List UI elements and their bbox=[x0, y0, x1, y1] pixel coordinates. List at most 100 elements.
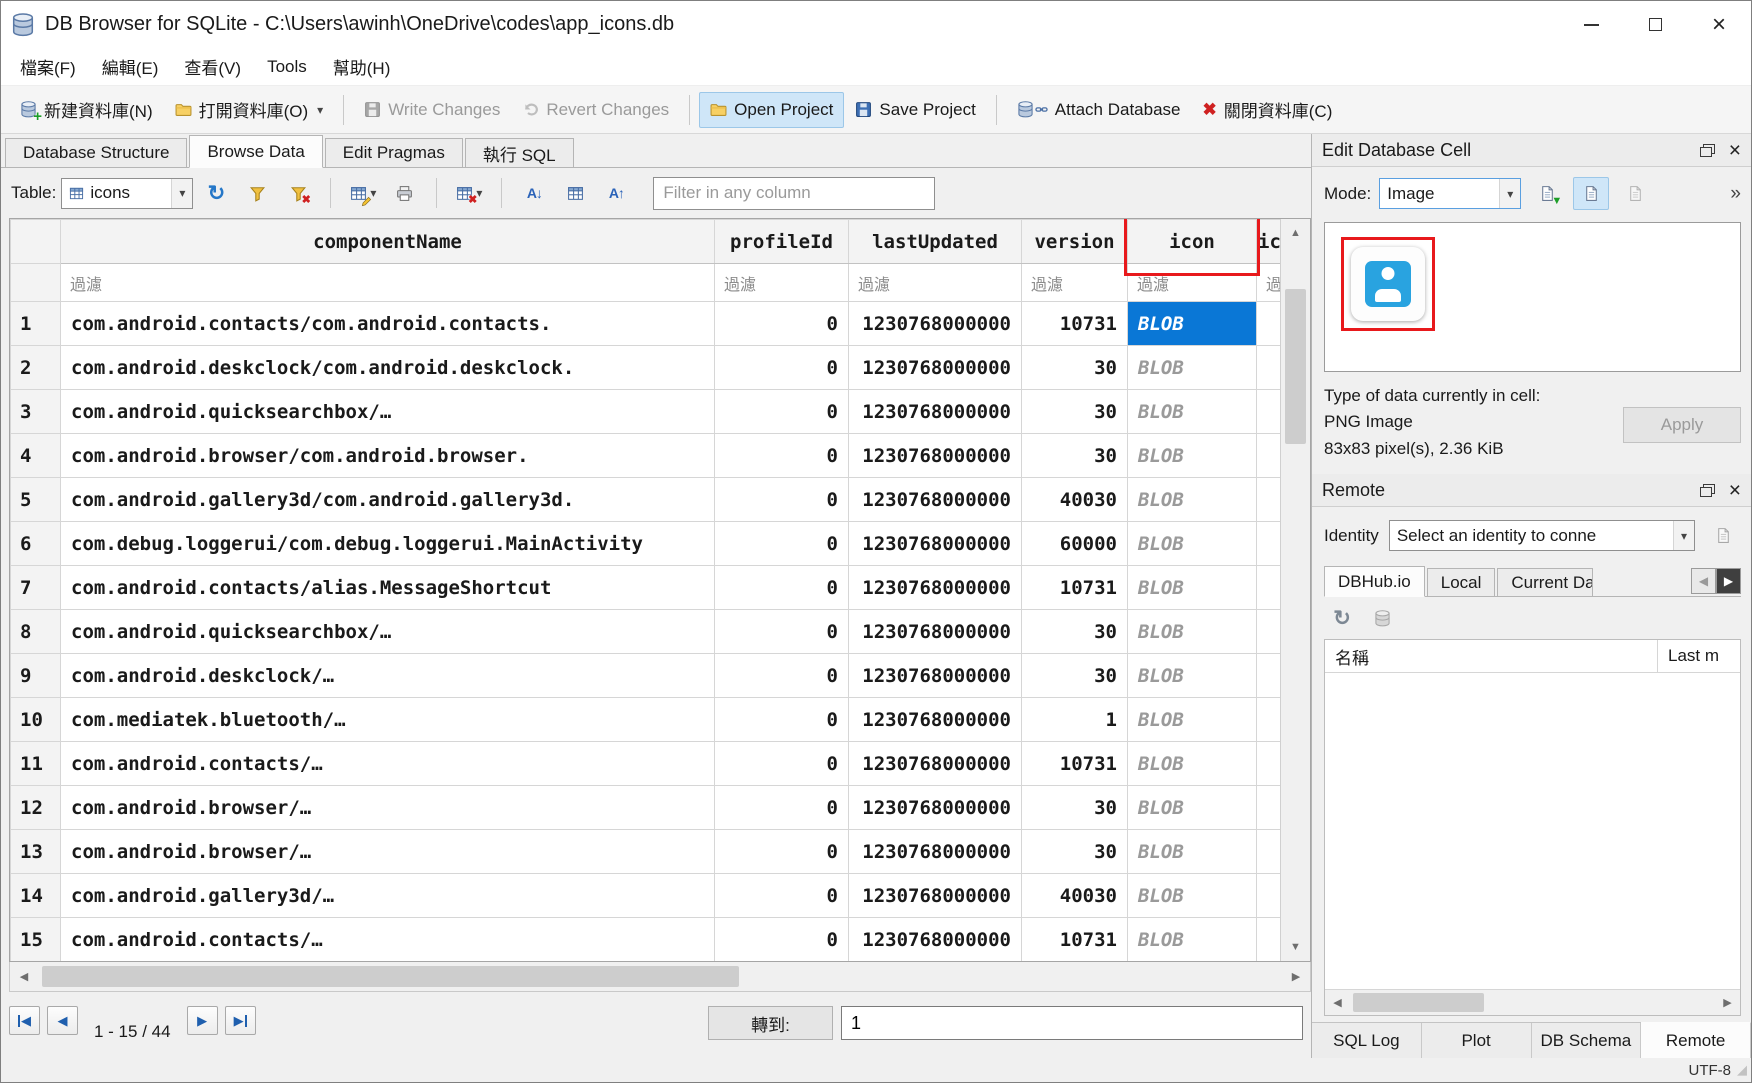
table-select-dropdown-icon[interactable]: ▾ bbox=[171, 179, 192, 208]
attach-database-button[interactable]: Attach Database bbox=[1006, 92, 1192, 128]
cell-icon[interactable]: BLOB bbox=[1128, 698, 1257, 742]
column-header-partial[interactable]: ic bbox=[1257, 220, 1281, 264]
cell-version[interactable]: 30 bbox=[1022, 654, 1128, 698]
cell-icon[interactable]: BLOB bbox=[1128, 742, 1257, 786]
cell-componentName[interactable]: com.android.quicksearchbox/… bbox=[61, 610, 715, 654]
mode-select[interactable]: Image ▾ bbox=[1379, 178, 1521, 209]
close-panel-icon[interactable]: × bbox=[1729, 140, 1741, 161]
vertical-scrollbar[interactable]: ▲ ▼ bbox=[1280, 219, 1310, 961]
open-database-dropdown-icon[interactable]: ▾ bbox=[317, 103, 323, 117]
scroll-down-icon[interactable]: ▼ bbox=[1281, 933, 1310, 961]
scroll-left-icon[interactable]: ◀ bbox=[10, 962, 38, 991]
cell-componentName[interactable]: com.android.contacts/… bbox=[61, 918, 715, 962]
filter-lastUpdated[interactable]: 過濾 bbox=[849, 264, 1022, 302]
cell-icon[interactable]: BLOB bbox=[1128, 390, 1257, 434]
cell-partial[interactable] bbox=[1257, 874, 1281, 918]
cell-profileId[interactable]: 0 bbox=[715, 874, 849, 918]
cell-profileId[interactable]: 0 bbox=[715, 522, 849, 566]
cell-profileId[interactable]: 0 bbox=[715, 830, 849, 874]
row-number[interactable]: 12 bbox=[11, 786, 61, 830]
float-panel-icon[interactable] bbox=[1700, 484, 1715, 497]
cell-componentName[interactable]: com.android.browser/… bbox=[61, 786, 715, 830]
cell-lastUpdated[interactable]: 1230768000000 bbox=[849, 434, 1022, 478]
cell-profileId[interactable]: 0 bbox=[715, 478, 849, 522]
cell-icon[interactable]: BLOB bbox=[1128, 918, 1257, 962]
dock-tab-sql-log[interactable]: SQL Log bbox=[1312, 1023, 1422, 1058]
cell-icon[interactable]: BLOB bbox=[1128, 786, 1257, 830]
remote-tab-dbhub[interactable]: DBHub.io bbox=[1324, 566, 1425, 597]
dock-tab-db-schema[interactable]: DB Schema bbox=[1532, 1023, 1642, 1058]
close-panel-icon[interactable]: × bbox=[1729, 480, 1741, 501]
remote-column-last-modified[interactable]: Last m bbox=[1658, 640, 1740, 672]
cell-partial[interactable] bbox=[1257, 566, 1281, 610]
remote-clone-button[interactable] bbox=[1364, 602, 1400, 634]
print-button[interactable] bbox=[386, 177, 422, 209]
table-select[interactable]: icons ▾ bbox=[61, 178, 193, 209]
cell-partial[interactable] bbox=[1257, 698, 1281, 742]
cell-partial[interactable] bbox=[1257, 830, 1281, 874]
vertical-scroll-track[interactable] bbox=[1281, 247, 1310, 933]
tab-execute-sql[interactable]: 執行 SQL bbox=[465, 138, 574, 167]
cell-profileId[interactable]: 0 bbox=[715, 390, 849, 434]
row-number[interactable]: 14 bbox=[11, 874, 61, 918]
cell-icon[interactable]: BLOB bbox=[1128, 302, 1257, 346]
column-header-lastUpdated[interactable]: lastUpdated bbox=[849, 220, 1022, 264]
row-number[interactable]: 8 bbox=[11, 610, 61, 654]
filter-version[interactable]: 過濾 bbox=[1022, 264, 1128, 302]
refresh-button[interactable]: ↻ bbox=[198, 177, 234, 209]
cell-profileId[interactable]: 0 bbox=[715, 566, 849, 610]
remote-scroll-right-icon[interactable]: ▶ bbox=[1715, 990, 1740, 1015]
clear-filters-button[interactable]: ✖ bbox=[280, 177, 316, 209]
remote-column-name[interactable]: 名稱 bbox=[1325, 640, 1658, 672]
cell-icon[interactable]: BLOB bbox=[1128, 610, 1257, 654]
cell-icon[interactable]: BLOB bbox=[1128, 830, 1257, 874]
menu-help[interactable]: 幫助(H) bbox=[320, 48, 404, 85]
more-tools-icon[interactable]: » bbox=[1730, 183, 1741, 205]
maximize-button[interactable] bbox=[1623, 1, 1687, 48]
row-number[interactable]: 1 bbox=[11, 302, 61, 346]
row-number[interactable]: 4 bbox=[11, 434, 61, 478]
minimize-button[interactable] bbox=[1559, 1, 1623, 48]
filter-button[interactable] bbox=[239, 177, 275, 209]
encoding-label[interactable]: UTF-8 bbox=[1689, 1062, 1732, 1079]
mode-select-dropdown-icon[interactable]: ▾ bbox=[1499, 179, 1520, 208]
cell-profileId[interactable]: 0 bbox=[715, 302, 849, 346]
previous-page-button[interactable]: ◀ bbox=[47, 1006, 78, 1035]
tab-edit-pragmas[interactable]: Edit Pragmas bbox=[325, 138, 463, 167]
row-number[interactable]: 11 bbox=[11, 742, 61, 786]
cell-version[interactable]: 10731 bbox=[1022, 566, 1128, 610]
row-number[interactable]: 9 bbox=[11, 654, 61, 698]
cell-partial[interactable] bbox=[1257, 786, 1281, 830]
cell-profileId[interactable]: 0 bbox=[715, 698, 849, 742]
cell-version[interactable]: 30 bbox=[1022, 346, 1128, 390]
cell-icon[interactable]: BLOB bbox=[1128, 522, 1257, 566]
identity-select[interactable]: Select an identity to conne ▾ bbox=[1389, 520, 1695, 551]
close-database-button[interactable]: ✖ 關閉資料庫(C) bbox=[1192, 89, 1344, 130]
horizontal-scrollbar[interactable]: ◀ ▶ bbox=[9, 962, 1311, 992]
cell-lastUpdated[interactable]: 1230768000000 bbox=[849, 654, 1022, 698]
sort-asc-button[interactable]: A↓ bbox=[516, 177, 552, 209]
filter-componentName[interactable]: 過濾 bbox=[61, 264, 715, 302]
insert-record-button[interactable]: ▾ bbox=[345, 177, 381, 209]
cell-profileId[interactable]: 0 bbox=[715, 742, 849, 786]
cell-lastUpdated[interactable]: 1230768000000 bbox=[849, 390, 1022, 434]
column-header-componentName[interactable]: componentName bbox=[61, 220, 715, 264]
cell-componentName[interactable]: com.android.contacts/alias.MessageShortc… bbox=[61, 566, 715, 610]
table-options-button[interactable] bbox=[557, 177, 593, 209]
cell-version[interactable]: 10731 bbox=[1022, 918, 1128, 962]
cell-partial[interactable] bbox=[1257, 302, 1281, 346]
cell-icon[interactable]: BLOB bbox=[1128, 874, 1257, 918]
sort-desc-button[interactable]: A↑ bbox=[598, 177, 634, 209]
column-header-version[interactable]: version bbox=[1022, 220, 1128, 264]
tab-browse-data[interactable]: Browse Data bbox=[189, 135, 322, 168]
cell-lastUpdated[interactable]: 1230768000000 bbox=[849, 918, 1022, 962]
import-data-button[interactable]: ▼ bbox=[1529, 177, 1565, 210]
scroll-up-icon[interactable]: ▲ bbox=[1281, 219, 1310, 247]
cell-partial[interactable] bbox=[1257, 478, 1281, 522]
word-wrap-button[interactable] bbox=[1617, 177, 1653, 210]
cell-version[interactable]: 60000 bbox=[1022, 522, 1128, 566]
identity-settings-button[interactable] bbox=[1705, 519, 1741, 552]
cell-componentName[interactable]: com.android.browser/… bbox=[61, 830, 715, 874]
cell-version[interactable]: 30 bbox=[1022, 610, 1128, 654]
cell-partial[interactable] bbox=[1257, 654, 1281, 698]
